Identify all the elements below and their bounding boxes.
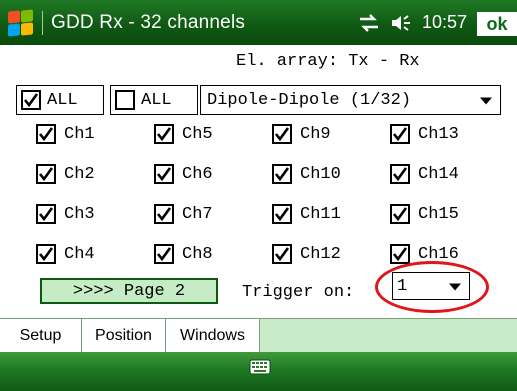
checkbox-empty-icon xyxy=(115,90,135,110)
channel-label: Ch2 xyxy=(64,164,95,184)
channel-checkbox[interactable]: Ch13 xyxy=(390,122,459,146)
checkbox-checked-icon xyxy=(390,204,410,224)
tab-strip: Setup Position Windows xyxy=(0,318,517,353)
speaker-icon[interactable] xyxy=(390,14,412,32)
connectivity-icon[interactable] xyxy=(358,13,380,32)
channel-checkbox[interactable]: Ch10 xyxy=(272,162,341,186)
array-type-value: Dipole-Dipole (1/32) xyxy=(207,90,412,110)
channel-label: Ch3 xyxy=(64,204,95,224)
channel-label: Ch14 xyxy=(418,164,459,184)
checkbox-checked-icon xyxy=(36,204,56,224)
trigger-label: Trigger on: xyxy=(242,283,355,302)
tab-position[interactable]: Position xyxy=(82,319,166,353)
checkbox-checked-icon xyxy=(154,124,174,144)
checkbox-checked-icon xyxy=(272,244,292,264)
channel-label: Ch10 xyxy=(300,164,341,184)
select-all-label: ALL xyxy=(47,90,78,110)
checkbox-checked-icon xyxy=(390,244,410,264)
clock[interactable]: 10:57 xyxy=(422,12,467,33)
channel-checkbox[interactable]: Ch2 xyxy=(36,162,95,186)
channel-checkbox[interactable]: Ch11 xyxy=(272,202,341,226)
channel-label: Ch6 xyxy=(182,164,213,184)
checkbox-checked-icon xyxy=(21,90,41,110)
channel-label: Ch13 xyxy=(418,124,459,144)
channel-label: Ch11 xyxy=(300,204,341,224)
checkbox-checked-icon xyxy=(272,124,292,144)
channel-checkbox[interactable]: Ch12 xyxy=(272,242,341,266)
channel-label: Ch7 xyxy=(182,204,213,224)
system-tray: 10:57 xyxy=(358,0,467,45)
checkbox-checked-icon xyxy=(154,164,174,184)
bottom-menu-bar xyxy=(0,352,517,391)
channel-checkbox[interactable]: Ch5 xyxy=(154,122,213,146)
channel-checkbox[interactable]: Ch3 xyxy=(36,202,95,226)
checkbox-checked-icon xyxy=(154,204,174,224)
deselect-all-label: ALL xyxy=(141,90,172,110)
window-title: GDD Rx - 32 channels xyxy=(51,11,246,33)
channel-label: Ch15 xyxy=(418,204,459,224)
channel-checkbox[interactable]: Ch4 xyxy=(36,242,95,266)
title-separator xyxy=(42,10,43,35)
checkbox-checked-icon xyxy=(154,244,174,264)
channel-checkbox[interactable]: Ch8 xyxy=(154,242,213,266)
checkbox-checked-icon xyxy=(36,164,56,184)
array-type-dropdown[interactable]: Dipole-Dipole (1/32) xyxy=(200,85,501,115)
tab-windows[interactable]: Windows xyxy=(166,319,260,353)
checkbox-checked-icon xyxy=(390,164,410,184)
channel-label: Ch5 xyxy=(182,124,213,144)
deselect-all-checkbox[interactable]: ALL xyxy=(110,85,198,115)
channel-label: Ch4 xyxy=(64,244,95,264)
electrode-array-label: El. array: Tx - Rx xyxy=(236,52,420,71)
checkbox-checked-icon xyxy=(36,244,56,264)
dropdown-arrow-icon xyxy=(480,97,492,105)
windows-start-icon[interactable] xyxy=(6,8,36,38)
highlight-ring xyxy=(375,261,489,313)
channel-checkbox[interactable]: Ch9 xyxy=(272,122,331,146)
channel-checkbox[interactable]: Ch15 xyxy=(390,202,459,226)
channel-label: Ch12 xyxy=(300,244,341,264)
title-bar: GDD Rx - 32 channels 10:57 ok xyxy=(0,0,517,45)
channel-checkbox[interactable]: Ch7 xyxy=(154,202,213,226)
checkbox-checked-icon xyxy=(36,124,56,144)
channel-label: Ch9 xyxy=(300,124,331,144)
checkbox-checked-icon xyxy=(390,124,410,144)
checkbox-checked-icon xyxy=(272,164,292,184)
select-all-checkbox[interactable]: ALL xyxy=(16,85,104,115)
page-2-button[interactable]: >>>> Page 2 xyxy=(40,278,218,304)
channel-checkbox[interactable]: Ch14 xyxy=(390,162,459,186)
ok-button[interactable]: ok xyxy=(477,12,517,36)
channel-checkbox[interactable]: Ch6 xyxy=(154,162,213,186)
channel-label: Ch8 xyxy=(182,244,213,264)
channel-checkbox[interactable]: Ch1 xyxy=(36,122,95,146)
checkbox-checked-icon xyxy=(272,204,292,224)
keyboard-icon[interactable] xyxy=(249,359,271,375)
tab-setup[interactable]: Setup xyxy=(0,319,82,353)
channel-label: Ch1 xyxy=(64,124,95,144)
